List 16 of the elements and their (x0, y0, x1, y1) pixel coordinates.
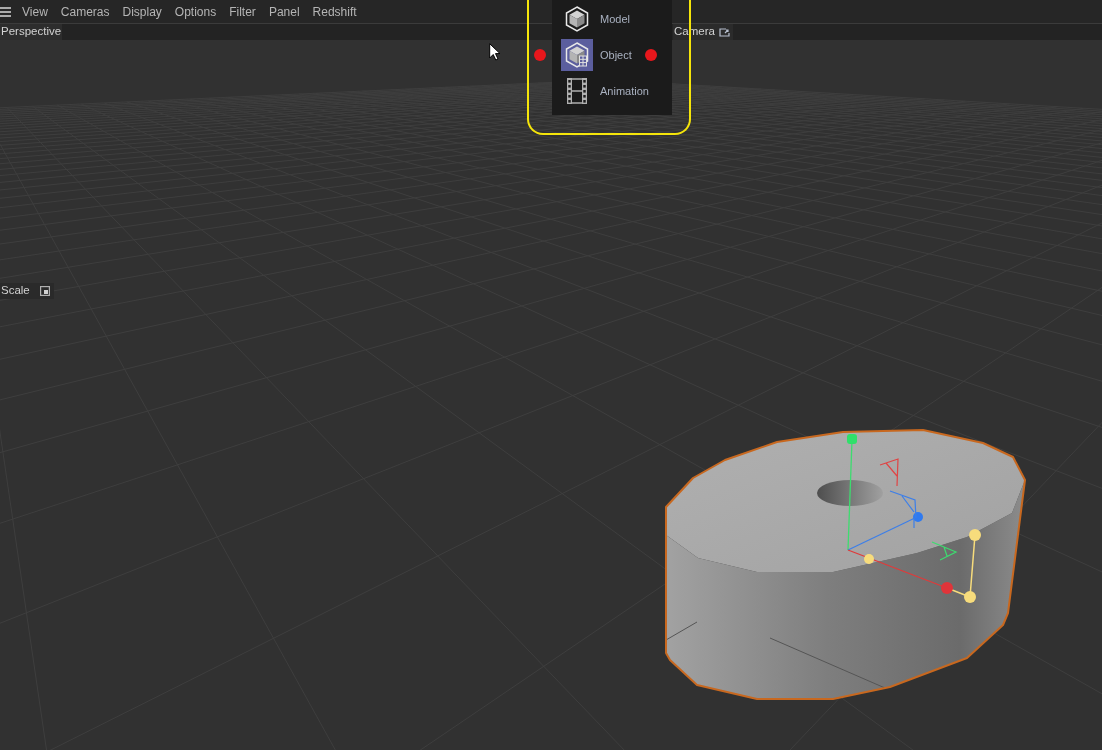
view-label[interactable]: Perspective (0, 24, 62, 40)
menu-bar-item[interactable]: Filter (229, 5, 256, 18)
square-icon (39, 286, 50, 296)
popup-menu-item[interactable]: Model (552, 1, 672, 37)
menu-bar-item[interactable]: Panel (268, 5, 300, 18)
popup-menu-item[interactable]: Object (552, 37, 672, 73)
menu-bar-item[interactable]: Options (174, 5, 217, 18)
square-arrow-icon (718, 27, 730, 37)
menu-bar-item[interactable]: Redshift (312, 5, 357, 18)
menu-bar-item[interactable]: Cameras (60, 5, 110, 18)
scale-button[interactable]: Scale (0, 283, 54, 299)
mouse-pointer-icon (489, 43, 501, 61)
menu-bar-item[interactable]: View (22, 5, 48, 18)
menu-icon[interactable] (0, 6, 11, 17)
popup-menu-item[interactable]: Animation (552, 73, 672, 109)
menu-bar-item[interactable]: Display (122, 5, 162, 18)
